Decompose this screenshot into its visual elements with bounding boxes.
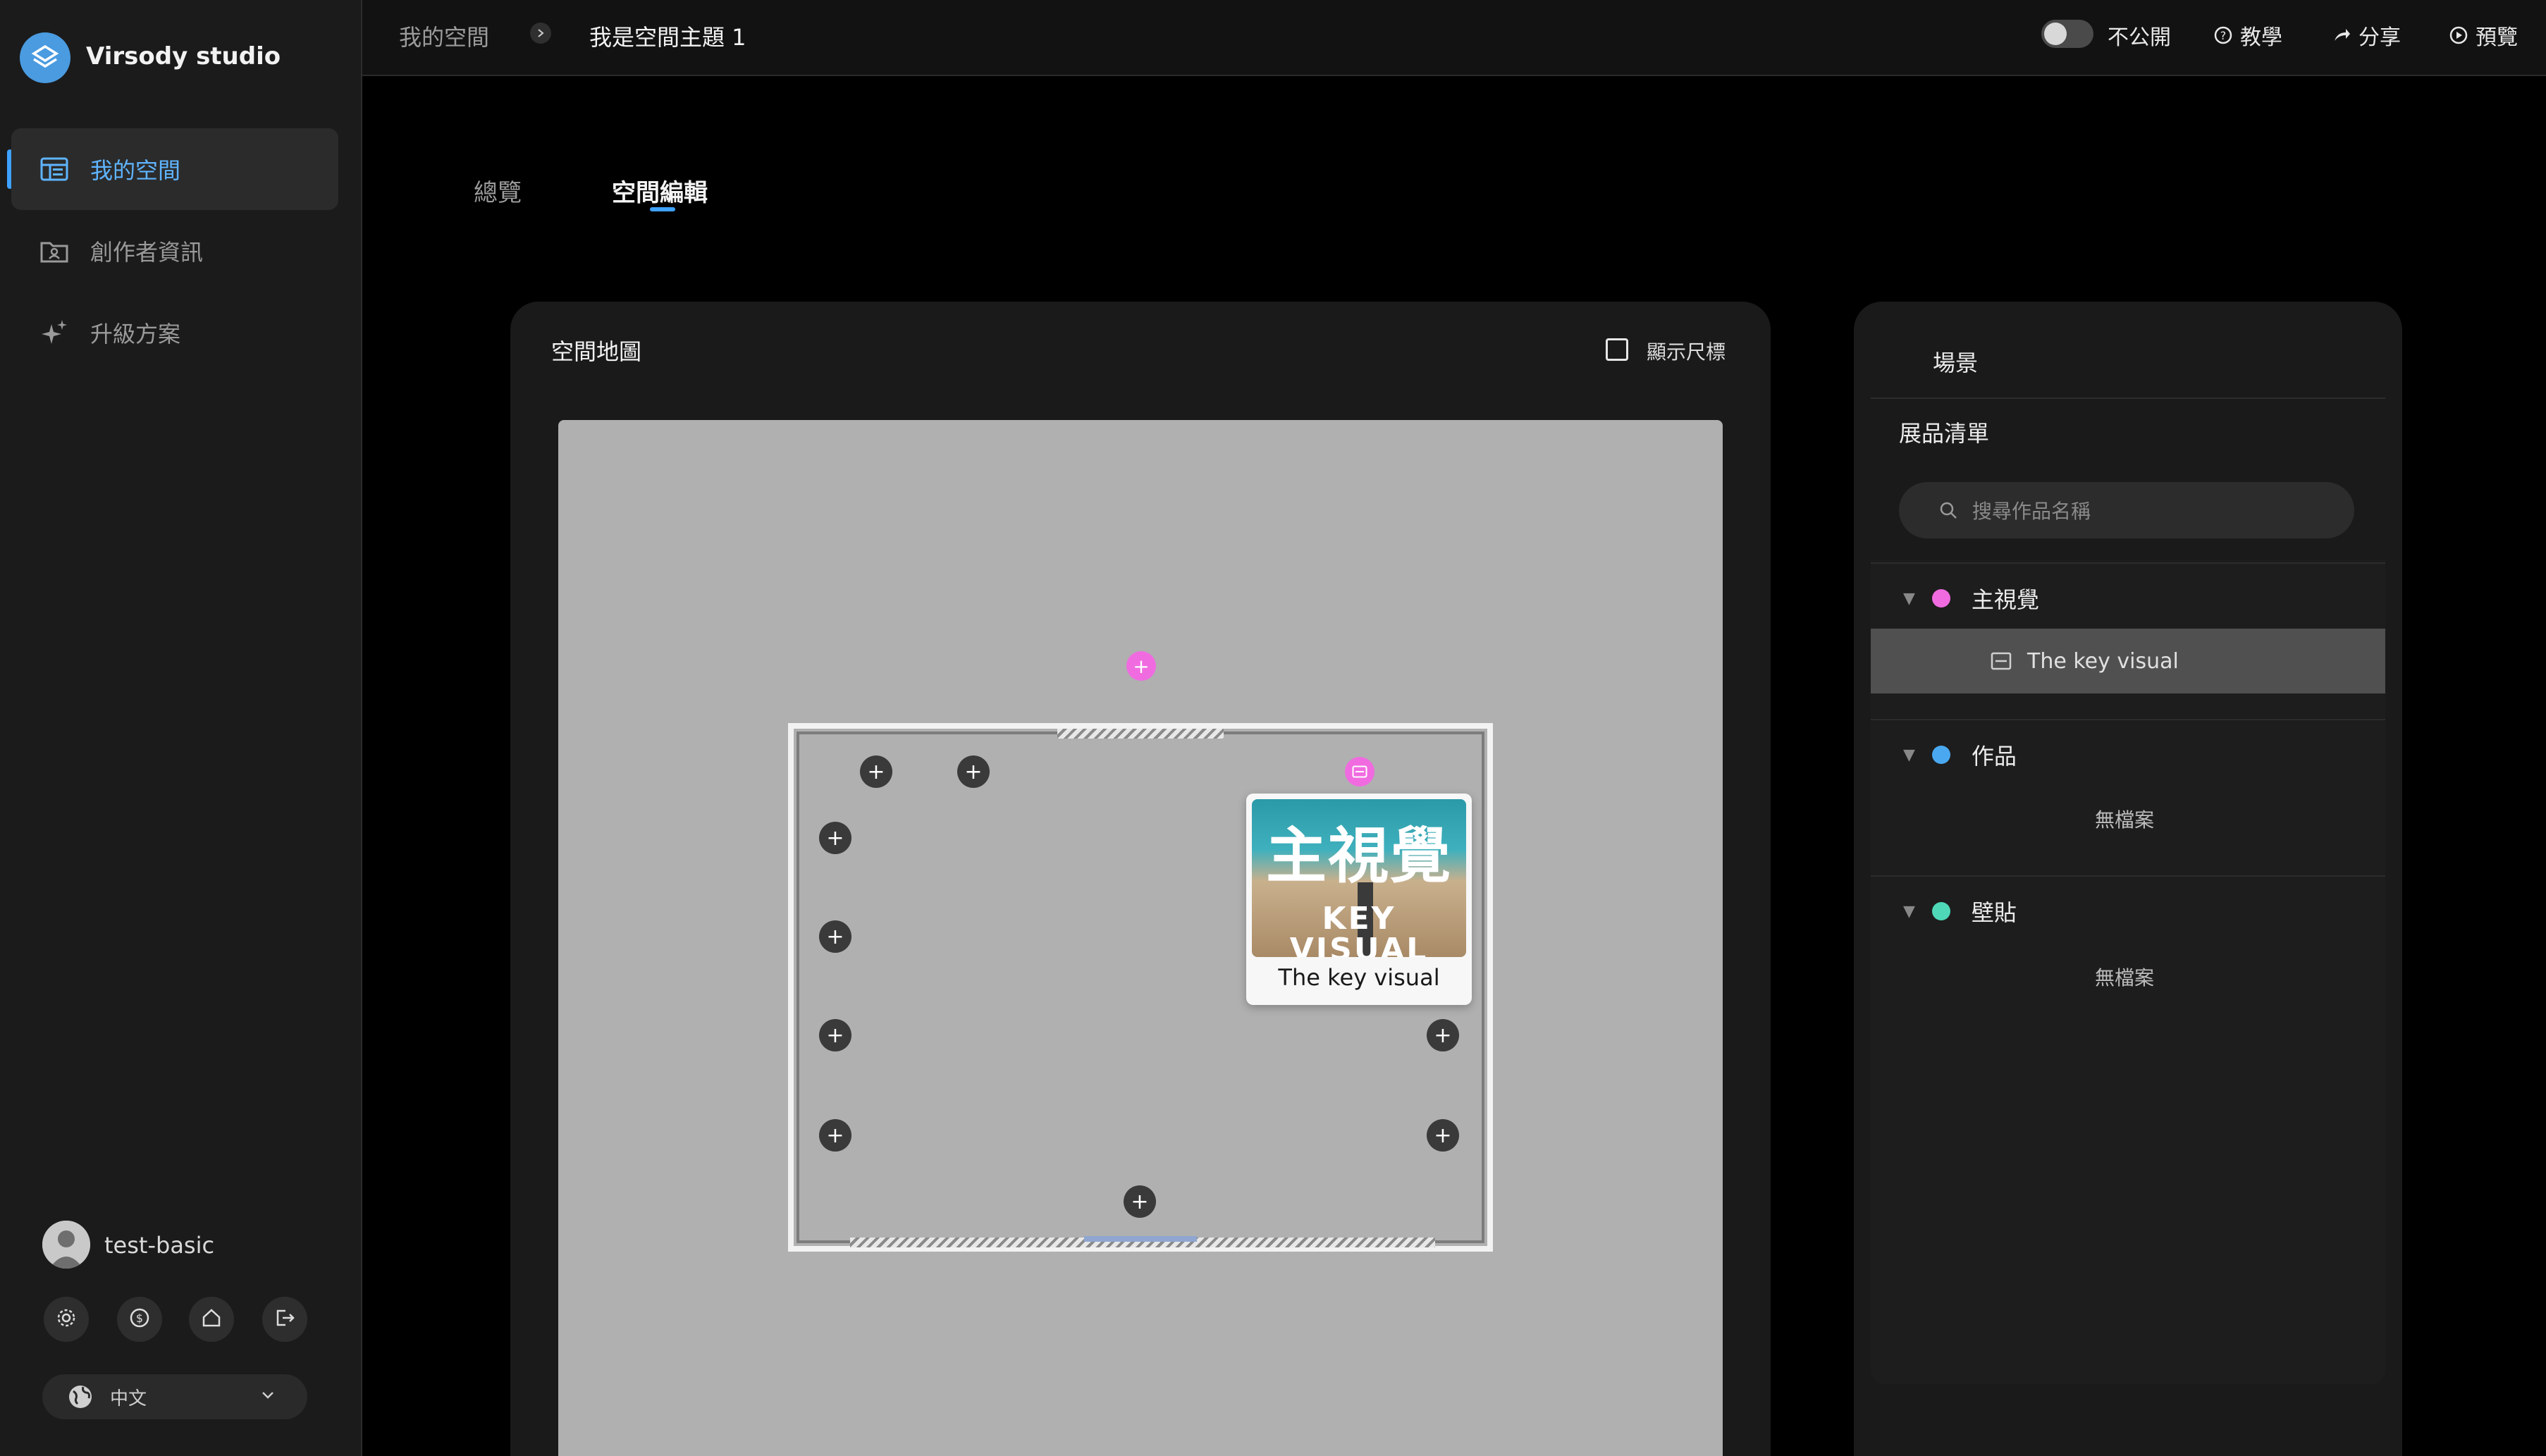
key-visual-thumbnail: 主視覺 KEY VISUAL [1252, 799, 1466, 957]
space-icon [38, 153, 70, 185]
tutorial-label: 教學 [2240, 25, 2282, 50]
color-dot [1931, 746, 1950, 764]
color-dot [1931, 589, 1950, 607]
image-icon [1991, 652, 2012, 670]
category-works[interactable]: ▼ 作品 [1903, 739, 2017, 771]
add-exhibit-slot[interactable]: + [1124, 1185, 1156, 1218]
sidebar-item-upgrade[interactable]: 升級方案 [11, 292, 338, 374]
caret-down-icon: ▼ [1903, 746, 1915, 764]
image-icon [1352, 765, 1367, 778]
preview-label: 預覽 [2476, 25, 2518, 50]
play-icon [2449, 25, 2468, 45]
home-icon [201, 1307, 222, 1331]
divider [1871, 562, 2385, 564]
logo-icon[interactable] [20, 32, 70, 83]
svg-text:$: $ [136, 1312, 143, 1325]
divider [1871, 875, 2385, 877]
search-icon [1938, 500, 1958, 520]
visibility-toggle[interactable] [2041, 20, 2093, 48]
sidebar-item-label: 我的空間 [90, 157, 181, 184]
add-exhibit-slot[interactable]: + [819, 1119, 851, 1152]
thumbnail-title: 主視覺 [1266, 821, 1452, 892]
map-title: 空間地圖 [551, 338, 642, 365]
brand-name: Virsody studio [86, 42, 281, 70]
exhibit-item-label: The key visual [2027, 648, 2179, 674]
language-value: 中文 [110, 1388, 147, 1409]
sidebar: Virsody studio 我的空間 創作者資訊 升級方案 test-basi… [0, 0, 362, 1456]
billing-button[interactable]: $ [117, 1297, 162, 1342]
sparkle-icon [38, 316, 70, 349]
category-label: 壁貼 [1971, 899, 2017, 926]
breadcrumb-my-space[interactable]: 我的空間 [399, 20, 489, 52]
show-ruler-checkbox[interactable] [1606, 338, 1628, 361]
logout-icon [274, 1307, 295, 1331]
tab-active-indicator [650, 207, 675, 211]
caret-down-icon: ▼ [1903, 589, 1915, 607]
tab-space-edit[interactable]: 空間編輯 [612, 173, 708, 208]
entrance-marker [1084, 1236, 1197, 1242]
sidebar-item-label: 升級方案 [90, 321, 181, 347]
username: test-basic [104, 1232, 215, 1259]
add-exhibit-slot[interactable]: + [819, 822, 851, 854]
share-button[interactable]: 分享 [2332, 20, 2401, 51]
search-input[interactable]: 搜尋作品名稱 [1899, 482, 2354, 538]
tab-overview[interactable]: 總覽 [474, 173, 522, 208]
sidebar-item-label: 創作者資訊 [90, 239, 204, 266]
folder-user-icon [38, 235, 70, 267]
add-exhibit-slot[interactable]: + [1427, 1019, 1459, 1051]
toggle-knob [2044, 23, 2067, 45]
color-dot [1931, 902, 1950, 920]
category-key-visual[interactable]: ▼ 主視覺 [1903, 582, 2039, 615]
show-ruler-label: 顯示尺標 [1647, 340, 1726, 364]
add-key-visual-button[interactable]: + [1126, 651, 1156, 681]
add-exhibit-slot[interactable]: + [957, 755, 990, 788]
sidebar-item-my-space[interactable]: 我的空間 [11, 128, 338, 210]
avatar[interactable] [42, 1221, 90, 1269]
chevron-down-icon [259, 1387, 276, 1404]
add-exhibit-slot[interactable]: + [860, 755, 892, 788]
add-exhibit-slot[interactable]: + [819, 920, 851, 953]
empty-state-label: 無檔案 [2095, 808, 2155, 832]
exhibit-item-key-visual[interactable]: The key visual [1871, 629, 2385, 693]
home-button[interactable] [189, 1297, 234, 1342]
tutorial-button[interactable]: ? 教學 [2213, 20, 2282, 51]
search-placeholder: 搜尋作品名稱 [1972, 500, 2091, 523]
door-top [1057, 729, 1224, 739]
caret-down-icon: ▼ [1903, 902, 1915, 920]
breadcrumb-current: 我是空間主題 1 [589, 24, 746, 51]
svg-text:?: ? [2220, 29, 2227, 42]
billing-icon: $ [129, 1307, 150, 1331]
thumbnail-subtitle: KEY VISUAL [1289, 901, 1429, 958]
divider [1871, 397, 2385, 399]
preview-button[interactable]: 預覽 [2449, 20, 2518, 51]
sidebar-item-creator-info[interactable]: 創作者資訊 [11, 210, 338, 292]
chevron-right-icon [530, 23, 551, 44]
key-visual-card[interactable]: 主視覺 KEY VISUAL The key visual [1246, 794, 1472, 1005]
category-wall-sticker[interactable]: ▼ 壁貼 [1903, 895, 2017, 927]
category-label: 主視覺 [1971, 586, 2039, 613]
add-exhibit-slot[interactable]: + [1427, 1119, 1459, 1152]
tab-scene[interactable]: 場景 [1933, 345, 1978, 378]
category-label: 作品 [1971, 743, 2017, 770]
help-icon: ? [2213, 25, 2233, 45]
logout-button[interactable] [262, 1297, 307, 1342]
divider [1871, 719, 2385, 720]
settings-button[interactable] [44, 1297, 89, 1342]
key-visual-caption: The key visual [1278, 964, 1440, 991]
key-visual-slot-marker[interactable] [1345, 757, 1375, 786]
exhibit-list-title: 展品清單 [1899, 420, 1990, 447]
language-select[interactable]: 中文 [42, 1374, 307, 1419]
add-exhibit-slot[interactable]: + [819, 1019, 851, 1051]
globe-icon [68, 1384, 93, 1409]
settings-icon [56, 1307, 77, 1331]
share-icon [2332, 25, 2351, 45]
empty-state-label: 無檔案 [2095, 966, 2155, 989]
share-label: 分享 [2359, 25, 2401, 50]
visibility-label: 不公開 [2108, 25, 2171, 50]
